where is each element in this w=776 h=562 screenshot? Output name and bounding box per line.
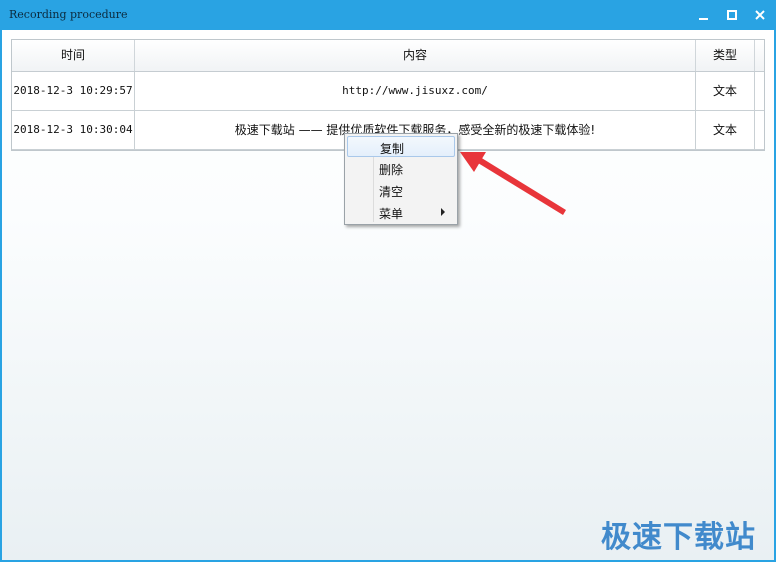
cell-type: 文本: [696, 111, 755, 149]
table-row[interactable]: 2018-12-3 10:29:57 http://www.jisuxz.com…: [12, 72, 764, 111]
column-header-filler: [755, 40, 764, 71]
menu-item-label: 菜单: [379, 207, 404, 221]
cell-filler: [755, 72, 764, 110]
app-window: Recording procedure 时间 内容 类型 2018-12-3 1…: [0, 0, 776, 562]
menu-item-label: 复制: [380, 142, 405, 156]
maximize-button[interactable]: [718, 4, 746, 26]
cell-content: http://www.jisuxz.com/: [135, 72, 696, 110]
close-button[interactable]: [746, 4, 774, 26]
maximize-icon: [727, 10, 737, 20]
table-header: 时间 内容 类型: [12, 40, 764, 72]
close-icon: [755, 10, 765, 20]
submenu-arrow-icon: [441, 208, 445, 216]
client-area: 时间 内容 类型 2018-12-3 10:29:57 http://www.j…: [2, 30, 774, 560]
menu-item-label: 删除: [379, 163, 404, 177]
column-header-content[interactable]: 内容: [135, 40, 696, 71]
cell-time: 2018-12-3 10:29:57: [12, 72, 135, 110]
cell-time: 2018-12-3 10:30:04: [12, 111, 135, 149]
watermark-logo: 极速下载站: [601, 520, 756, 555]
minimize-button[interactable]: [690, 4, 718, 26]
window-title: Recording procedure: [9, 8, 128, 21]
menu-item-copy[interactable]: 复制: [347, 136, 455, 157]
menu-item-delete[interactable]: 删除: [347, 158, 455, 179]
menu-item-label: 清空: [379, 185, 404, 199]
minimize-icon: [699, 18, 708, 20]
menu-item-clear[interactable]: 清空: [347, 180, 455, 201]
context-menu: 复制 删除 清空 菜单: [344, 133, 458, 225]
cell-type: 文本: [696, 72, 755, 110]
menu-item-submenu[interactable]: 菜单: [347, 202, 455, 223]
cell-filler: [755, 111, 764, 149]
column-header-type[interactable]: 类型: [696, 40, 755, 71]
column-header-time[interactable]: 时间: [12, 40, 135, 71]
title-bar[interactable]: Recording procedure: [0, 0, 776, 30]
